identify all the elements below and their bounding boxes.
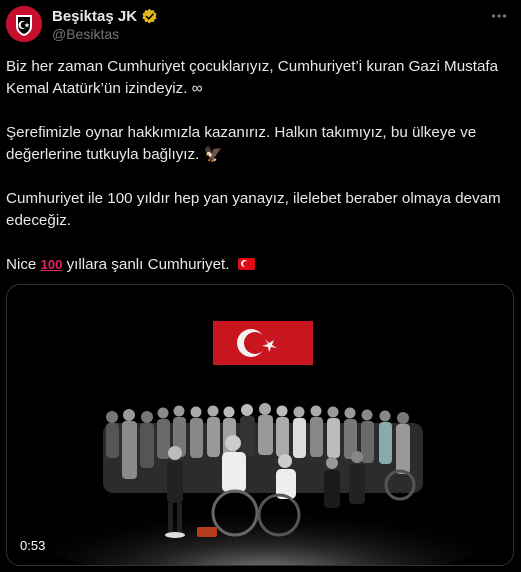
tweet-paragraph-3: Cumhuriyet ile 100 yıldır hep yan yanayı… (6, 190, 501, 229)
p4-after: yıllara şanlı Cumhuriyet. (66, 256, 230, 273)
tweet-paragraph-2: Şerefimizle oynar hakkımızla kazanırız. … (6, 122, 511, 166)
author-handle[interactable]: @Besiktas (52, 26, 119, 42)
hundred-points-emoji-icon: 100 (40, 257, 63, 272)
video-player[interactable]: 0:53 (6, 284, 514, 566)
display-name[interactable]: Beşiktaş JK (52, 8, 137, 25)
tweet-text: Biz her zaman Cumhuriyet çocuklarıyız, C… (6, 56, 511, 276)
video-duration: 0:53 (15, 536, 51, 555)
verified-badge-icon (142, 8, 157, 24)
eagle-emoji-icon: 🦅 (203, 146, 223, 163)
tweet-paragraph-4: Nice 100 yıllara şanlı Cumhuriyet. (6, 254, 511, 276)
avatar[interactable] (6, 6, 42, 42)
author-name-row[interactable]: Beşiktaş JK (52, 8, 158, 25)
besiktas-logo-icon (6, 6, 42, 42)
video-thumbnail (7, 285, 513, 565)
tweet-header: Beşiktaş JK @Besiktas (0, 0, 521, 46)
turkey-flag-icon (237, 258, 255, 270)
tweet-paragraph-2-text: Şerefimizle oynar hakkımızla kazanırız. … (6, 124, 477, 163)
more-options-icon[interactable] (487, 6, 511, 26)
turkish-flag-banner (213, 321, 313, 365)
tweet-paragraph-1: Biz her zaman Cumhuriyet çocuklarıyız, C… (6, 58, 499, 97)
p4-before: Nice (6, 256, 37, 273)
